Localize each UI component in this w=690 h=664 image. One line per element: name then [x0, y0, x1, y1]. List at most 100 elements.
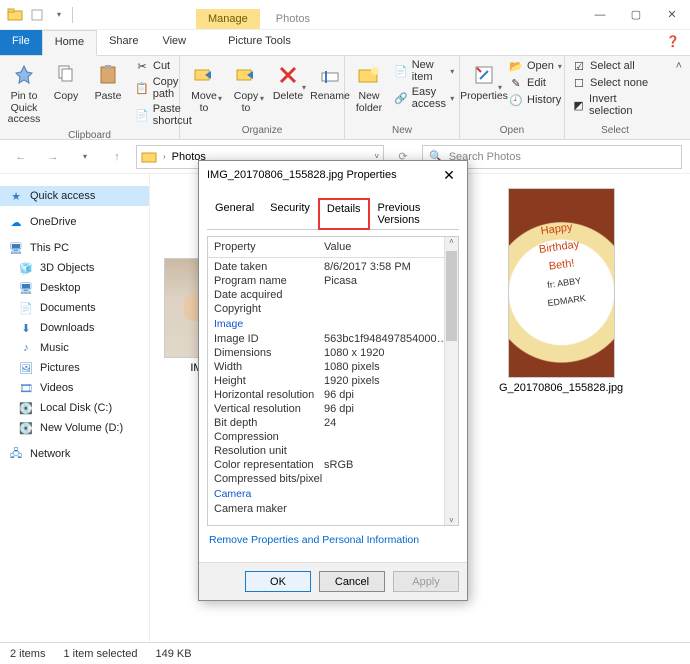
- scrollbar[interactable]: ˄ ˅: [444, 237, 458, 525]
- qat-chevron-icon[interactable]: ▾: [50, 6, 68, 24]
- tab-file[interactable]: File: [0, 30, 42, 55]
- history-button[interactable]: 🕘History: [506, 92, 565, 108]
- property-row: Width1080 pixels: [208, 360, 458, 374]
- pin-icon: [10, 61, 38, 89]
- nav-recent-button[interactable]: ▾: [72, 144, 98, 170]
- context-tab-manage[interactable]: Manage: [196, 9, 260, 29]
- sidebar-item-onedrive[interactable]: ☁OneDrive: [0, 212, 149, 232]
- edit-button[interactable]: ✎Edit: [506, 75, 565, 91]
- tab-picture-tools[interactable]: Picture Tools: [216, 30, 303, 55]
- history-icon: 🕘: [509, 93, 523, 107]
- invert-selection-button[interactable]: ◩Invert selection: [569, 92, 661, 118]
- tab-previous-versions[interactable]: Previous Versions: [370, 198, 459, 230]
- music-icon: ♪: [18, 341, 34, 355]
- sidebar-item-this-pc[interactable]: 🖥This PC: [0, 238, 149, 258]
- property-row: Resolution unit: [208, 444, 458, 458]
- easy-access-icon: 🔗: [394, 91, 408, 105]
- tab-home[interactable]: Home: [42, 30, 97, 56]
- sidebar-item-documents[interactable]: 📄Documents: [0, 298, 149, 318]
- property-row: Date acquired: [208, 288, 458, 302]
- property-row: Image ID563bc1f948497854000000...: [208, 332, 458, 346]
- nav-forward-button[interactable]: →: [40, 144, 66, 170]
- onedrive-icon: ☁: [8, 215, 24, 229]
- disk-icon: 💽: [18, 401, 34, 415]
- documents-icon: 📄: [18, 301, 34, 315]
- tab-security[interactable]: Security: [262, 198, 318, 230]
- copy-path-icon: 📋: [135, 81, 149, 95]
- ok-button[interactable]: OK: [245, 571, 311, 592]
- cut-icon: ✂: [135, 59, 149, 73]
- minimize-button[interactable]: —: [582, 1, 618, 29]
- sidebar-item-network[interactable]: 🖧Network: [0, 444, 149, 464]
- group-new: New: [349, 124, 455, 137]
- qat-new-icon[interactable]: [28, 6, 46, 24]
- pc-icon: 🖥: [8, 241, 24, 255]
- help-icon[interactable]: ❓: [656, 30, 690, 55]
- tab-share[interactable]: Share: [97, 30, 150, 55]
- sidebar-item-new-volume-d[interactable]: 💽New Volume (D:): [0, 418, 149, 438]
- menubar: File Home Share View Picture Tools ❓: [0, 30, 690, 56]
- window-title: Photos: [260, 9, 326, 29]
- sidebar-item-local-disk-c[interactable]: 💽Local Disk (C:): [0, 398, 149, 418]
- section-image: Image: [208, 316, 458, 332]
- property-row: Height1920 pixels: [208, 374, 458, 388]
- ribbon-collapse-icon[interactable]: ˄: [668, 56, 690, 139]
- scrollbar-thumb[interactable]: [446, 251, 457, 341]
- sidebar-item-downloads[interactable]: ⬇Downloads: [0, 318, 149, 338]
- properties-button[interactable]: Properties▾: [464, 58, 504, 106]
- property-row: Color representationsRGB: [208, 458, 458, 472]
- tab-view[interactable]: View: [150, 30, 198, 55]
- file-item-selected[interactable]: HappyBirthdayBeth!fr: ABBY EDMARK G_2017…: [499, 188, 623, 394]
- select-all-button[interactable]: ☑Select all: [569, 58, 661, 74]
- new-item-button[interactable]: 📄New item▾: [391, 58, 457, 84]
- sidebar-item-3d-objects[interactable]: 🧊3D Objects: [0, 258, 149, 278]
- apply-button[interactable]: Apply: [393, 571, 459, 592]
- sidebar-item-quick-access[interactable]: ★Quick access: [0, 186, 149, 206]
- 3d-icon: 🧊: [18, 261, 34, 275]
- col-property: Property: [208, 237, 318, 257]
- move-to-button[interactable]: Move to▾: [184, 58, 224, 117]
- file-name: G_20170806_155828.jpg: [499, 382, 623, 394]
- tab-general[interactable]: General: [207, 198, 262, 230]
- properties-dialog: IMG_20170806_155828.jpg Properties ✕ Gen…: [198, 160, 468, 601]
- easy-access-button[interactable]: 🔗Easy access▾: [391, 85, 457, 111]
- cancel-button[interactable]: Cancel: [319, 571, 385, 592]
- nav-up-button[interactable]: ↑: [104, 144, 130, 170]
- select-all-icon: ☑: [572, 59, 586, 73]
- section-camera: Camera: [208, 486, 458, 502]
- videos-icon: 🎞: [18, 381, 34, 395]
- remove-properties-link[interactable]: Remove Properties and Personal Informati…: [207, 526, 459, 554]
- rename-icon: [316, 61, 344, 89]
- sidebar-item-desktop[interactable]: 🖥Desktop: [0, 278, 149, 298]
- sidebar-item-pictures[interactable]: 🖼Pictures: [0, 358, 149, 378]
- open-button[interactable]: 📂Open▾: [506, 58, 565, 74]
- property-row: Vertical resolution96 dpi: [208, 402, 458, 416]
- delete-button[interactable]: Delete▾: [268, 58, 308, 106]
- property-list[interactable]: Property Value Date taken8/6/2017 3:58 P…: [207, 236, 459, 526]
- pictures-icon: 🖼: [18, 361, 34, 375]
- copy-to-button[interactable]: Copy to▾: [226, 58, 266, 117]
- sidebar-item-music[interactable]: ♪Music: [0, 338, 149, 358]
- close-button[interactable]: ✕: [654, 1, 690, 29]
- property-row: Dimensions1080 x 1920: [208, 346, 458, 360]
- nav-back-button[interactable]: ←: [8, 144, 34, 170]
- delete-icon: [274, 61, 302, 89]
- dialog-tabs: General Security Details Previous Versio…: [207, 197, 459, 230]
- rename-button[interactable]: Rename: [310, 58, 350, 106]
- dialog-title: IMG_20170806_155828.jpg Properties: [207, 169, 439, 181]
- pin-to-quick-access-button[interactable]: Pin to Quick access: [4, 58, 44, 129]
- tab-details[interactable]: Details: [318, 198, 370, 230]
- group-select: Select: [569, 124, 661, 137]
- select-none-button[interactable]: ☐Select none: [569, 75, 661, 91]
- new-folder-button[interactable]: New folder: [349, 58, 389, 117]
- star-icon: ★: [8, 189, 24, 203]
- paste-button[interactable]: Paste: [88, 58, 128, 106]
- sidebar-item-videos[interactable]: 🎞Videos: [0, 378, 149, 398]
- maximize-button[interactable]: ▢: [618, 1, 654, 29]
- folder-icon: [6, 6, 24, 24]
- property-row: Copyright: [208, 302, 458, 316]
- status-bar: 2 items 1 item selected 149 KB: [0, 642, 690, 664]
- copy-button[interactable]: Copy: [46, 58, 86, 106]
- qat-divider: [72, 7, 90, 23]
- dialog-close-button[interactable]: ✕: [439, 167, 459, 184]
